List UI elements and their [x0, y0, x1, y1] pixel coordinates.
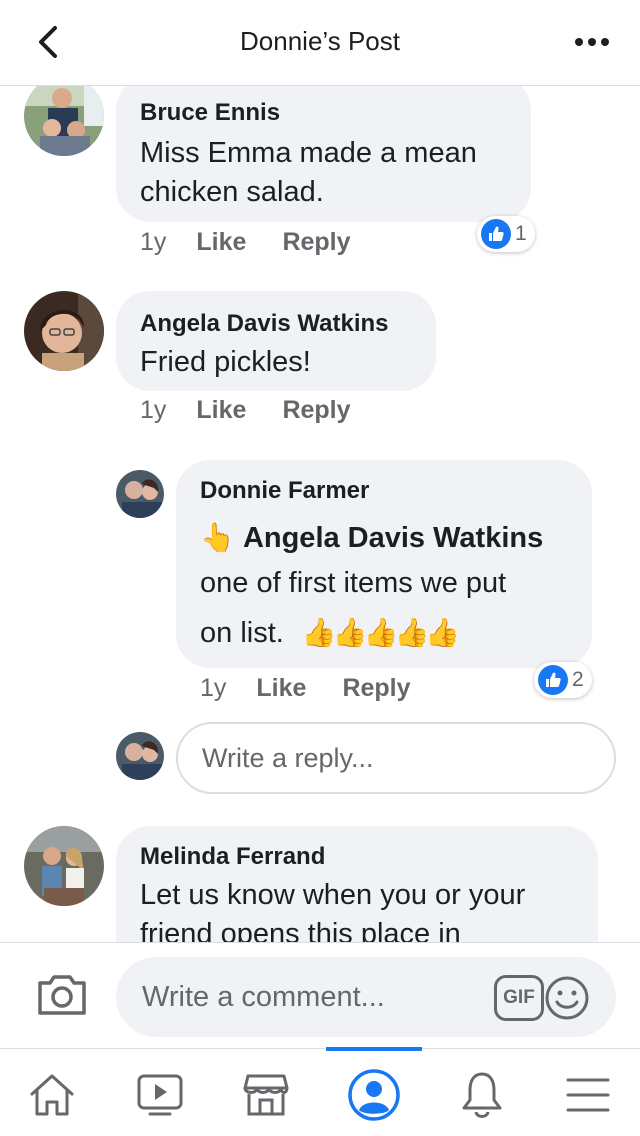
- comment-author[interactable]: Donnie Farmer: [200, 476, 568, 506]
- comment-bubble[interactable]: Angela Davis Watkins Fried pickles!: [116, 291, 436, 391]
- camera-button[interactable]: [36, 973, 88, 1022]
- comments-feed[interactable]: Bruce Ennis Miss Emma made a mean chicke…: [0, 86, 640, 942]
- comment-text-line: one of first items we put: [200, 567, 507, 599]
- bottom-tab-bar: [0, 1047, 640, 1136]
- marketplace-icon: [243, 1074, 289, 1116]
- like-reaction-icon: [481, 219, 511, 249]
- like-button[interactable]: Like: [256, 674, 306, 703]
- tab-notifications[interactable]: [452, 1067, 512, 1123]
- comment-mention-line: 👆 Angela Davis Watkins: [200, 518, 568, 558]
- comment-text-line: on list. 👍👍👍👍👍: [200, 613, 568, 653]
- comment-text-line: Miss Emma made a mean: [140, 137, 477, 169]
- comment-actions: 1y Like Reply: [140, 228, 387, 257]
- comment-text-line: chicken salad.: [140, 176, 324, 208]
- comment-author[interactable]: Angela Davis Watkins: [140, 309, 412, 339]
- more-options-button[interactable]: [572, 24, 612, 60]
- reply-button[interactable]: Reply: [282, 396, 350, 425]
- like-button[interactable]: Like: [196, 396, 246, 425]
- more-dots-icon: [575, 38, 609, 46]
- tab-profile[interactable]: [344, 1067, 404, 1123]
- gif-button[interactable]: GIF: [494, 975, 544, 1021]
- reaction-summary[interactable]: 1: [477, 216, 535, 252]
- mention-link[interactable]: Angela Davis Watkins: [243, 522, 543, 554]
- reply-input-placeholder: Write a reply...: [202, 742, 374, 773]
- camera-icon: [38, 975, 86, 1015]
- gif-label: GIF: [503, 987, 535, 1008]
- comment-bubble[interactable]: Donnie Farmer 👆 Angela Davis Watkins one…: [176, 460, 592, 668]
- tab-watch[interactable]: [130, 1067, 190, 1123]
- tab-home[interactable]: [22, 1067, 82, 1123]
- reply-button[interactable]: Reply: [282, 228, 350, 257]
- page-title: Donnie’s Post: [240, 26, 400, 56]
- comment-actions: 1y Like Reply: [200, 674, 447, 703]
- reaction-count: 1: [515, 222, 527, 245]
- avatar[interactable]: [24, 86, 104, 156]
- menu-icon: [566, 1078, 610, 1112]
- comment-bubble[interactable]: Melinda Ferrand Let us know when you or …: [116, 826, 598, 942]
- comment-composer: Write a comment... GIF: [0, 942, 640, 1048]
- profile-icon: [348, 1069, 400, 1121]
- like-reaction-icon: [538, 665, 568, 695]
- avatar[interactable]: [24, 291, 104, 371]
- reply-button[interactable]: Reply: [342, 674, 410, 703]
- comment-time[interactable]: 1y: [200, 674, 226, 703]
- comment-bubble[interactable]: Bruce Ennis Miss Emma made a mean chicke…: [116, 86, 531, 222]
- comment-text-line: Let us know when you or your: [140, 879, 526, 911]
- video-icon: [137, 1074, 183, 1116]
- avatar[interactable]: [24, 826, 104, 906]
- tab-menu[interactable]: [558, 1067, 618, 1123]
- pointing-up-emoji: 👆: [200, 522, 235, 553]
- home-icon: [30, 1074, 74, 1116]
- reaction-summary[interactable]: 2: [534, 662, 592, 698]
- reply-input[interactable]: Write a reply...: [176, 722, 616, 794]
- avatar[interactable]: [116, 470, 164, 518]
- comment-time[interactable]: 1y: [140, 228, 166, 257]
- reaction-count: 2: [572, 668, 584, 691]
- comment-text-line: Fried pickles!: [140, 346, 311, 378]
- active-tab-indicator: [326, 1047, 422, 1051]
- comment-text-fragment: on list.: [200, 617, 284, 649]
- comment-author[interactable]: Bruce Ennis: [140, 98, 507, 128]
- comment-input-placeholder: Write a comment...: [142, 980, 385, 1013]
- notifications-icon: [462, 1072, 502, 1118]
- smiley-icon: [545, 976, 589, 1020]
- comment-time[interactable]: 1y: [140, 396, 166, 425]
- current-user-avatar: [116, 732, 164, 780]
- top-header: Donnie’s Post: [0, 0, 640, 86]
- thumbs-up-emojis: 👍👍👍👍👍: [301, 617, 460, 648]
- comment-actions: 1y Like Reply: [140, 396, 387, 425]
- like-button[interactable]: Like: [196, 228, 246, 257]
- emoji-button[interactable]: [544, 975, 590, 1026]
- tab-marketplace[interactable]: [236, 1067, 296, 1123]
- comment-text-line: friend opens this place in: [140, 918, 461, 942]
- comment-author[interactable]: Melinda Ferrand: [140, 842, 574, 872]
